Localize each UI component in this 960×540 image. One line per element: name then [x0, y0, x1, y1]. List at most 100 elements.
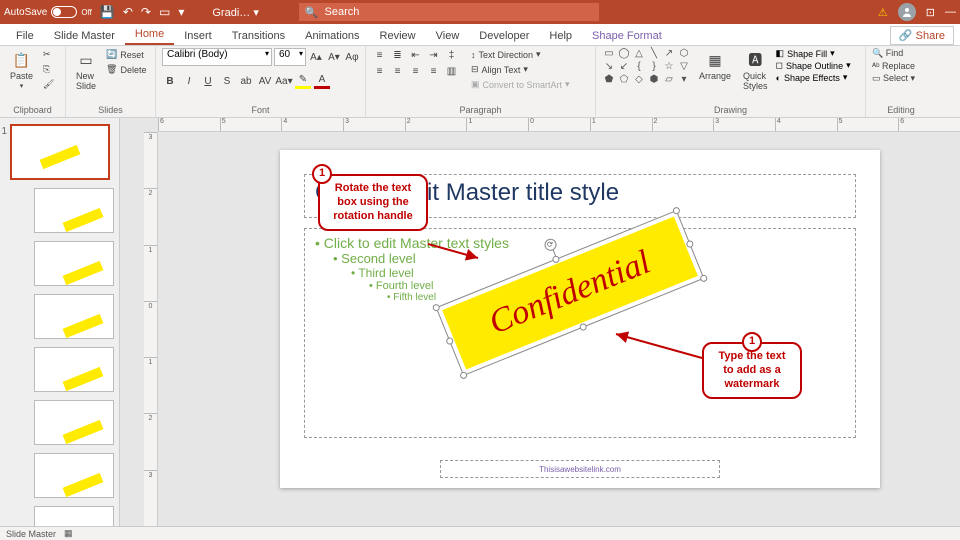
- title-bar: AutoSave Off 💾 ↶ ↷ ▭ ▾ Gradi… ▾ 🔍 Search…: [0, 0, 960, 24]
- line-spacing-button[interactable]: ‡: [444, 48, 459, 62]
- replace-button[interactable]: ᴬᵇ Replace: [872, 61, 915, 71]
- group-label: Paragraph: [372, 105, 589, 115]
- shadow-button[interactable]: ab: [238, 73, 254, 89]
- case-button[interactable]: Aa▾: [276, 73, 292, 89]
- toggle-icon[interactable]: [51, 6, 77, 18]
- tab-home[interactable]: Home: [125, 25, 174, 45]
- tab-animations[interactable]: Animations: [295, 27, 369, 45]
- spacing-button[interactable]: AV: [257, 73, 273, 89]
- footer-placeholder[interactable]: Thisisawebsitelink.com: [440, 460, 720, 478]
- bold-button[interactable]: B: [162, 73, 178, 89]
- group-clipboard: 📋Paste▾ ✂ ⎘ 🖌 Clipboard: [0, 46, 66, 117]
- save-icon[interactable]: 💾: [100, 5, 115, 19]
- group-font: Calibri (Body) 60 A▴ A▾ Aφ B I U S ab AV…: [156, 46, 366, 117]
- master-thumb[interactable]: 1: [10, 124, 110, 180]
- text-direction-button[interactable]: ↕ Text Direction ▾: [469, 48, 572, 61]
- slideshow-icon[interactable]: ▭: [159, 5, 170, 19]
- layout-thumb[interactable]: [34, 241, 114, 286]
- tab-help[interactable]: Help: [539, 27, 582, 45]
- align-center-button[interactable]: ≡: [390, 64, 405, 78]
- font-name-select[interactable]: Calibri (Body): [162, 48, 272, 66]
- highlight-button[interactable]: ✎: [295, 73, 311, 89]
- font-size-select[interactable]: 60: [274, 48, 306, 66]
- decrease-font-button[interactable]: A▾: [326, 49, 342, 65]
- group-label: Slides: [72, 105, 149, 115]
- search-placeholder: Search: [325, 6, 360, 18]
- layout-thumb[interactable]: [34, 347, 114, 392]
- shapes-gallery[interactable]: ▭◯△╲↗⬡ ↘↙{}☆▽ ⬟⬠◇⬢▱▾: [602, 48, 691, 86]
- group-label: Font: [162, 105, 359, 115]
- italic-button[interactable]: I: [181, 73, 197, 89]
- slide-thumbnails[interactable]: 1: [0, 118, 120, 526]
- tab-transitions[interactable]: Transitions: [222, 27, 295, 45]
- tab-shape-format[interactable]: Shape Format: [582, 27, 672, 45]
- layout-thumb[interactable]: [34, 453, 114, 498]
- quick-styles-button[interactable]: 🅰Quick Styles: [739, 48, 772, 93]
- justify-button[interactable]: ≡: [426, 64, 441, 78]
- reset-icon: 🔄: [106, 49, 117, 60]
- reset-button[interactable]: 🔄Reset: [104, 48, 148, 61]
- autosave-toggle[interactable]: AutoSave Off: [4, 6, 92, 18]
- increase-font-button[interactable]: A▴: [308, 49, 324, 65]
- shape-outline-button[interactable]: ◻Shape Outline ▾: [776, 60, 851, 71]
- select-button[interactable]: ▭ Select ▾: [872, 73, 915, 84]
- callout-text: Rotate the text box using the rotation h…: [333, 182, 412, 222]
- thumb-watermark: [63, 208, 104, 232]
- tab-review[interactable]: Review: [370, 27, 426, 45]
- group-drawing: ▭◯△╲↗⬡ ↘↙{}☆▽ ⬟⬠◇⬢▱▾ ▦Arrange 🅰Quick Sty…: [596, 46, 866, 117]
- delete-button[interactable]: 🗑Delete: [104, 63, 148, 76]
- tab-insert[interactable]: Insert: [174, 27, 222, 45]
- more-icon[interactable]: ▾: [178, 5, 184, 19]
- bullets-button[interactable]: ≡: [372, 48, 387, 62]
- group-label: Editing: [872, 105, 930, 115]
- workspace: 1 6543210123456 3210123 Click to edit Ma…: [0, 118, 960, 526]
- thumb-number: 1: [2, 126, 8, 137]
- shape-effects-button[interactable]: ◐Shape Effects ▾: [776, 72, 851, 83]
- indent-dec-button[interactable]: ⇤: [408, 48, 423, 62]
- warning-icon[interactable]: ⚠: [878, 6, 888, 19]
- document-name[interactable]: Gradi… ▾: [212, 6, 258, 19]
- tab-file[interactable]: File: [6, 27, 44, 45]
- new-slide-button[interactable]: ▭New Slide: [72, 48, 100, 93]
- search-box[interactable]: 🔍 Search: [299, 3, 599, 21]
- callout-badge: 1: [312, 164, 332, 184]
- thumb-watermark: [63, 420, 104, 444]
- font-color-button[interactable]: A: [314, 73, 330, 89]
- align-text-button[interactable]: ⊟ Align Text ▾: [469, 63, 572, 76]
- tab-developer[interactable]: Developer: [469, 27, 539, 45]
- columns-button[interactable]: ▥: [444, 64, 459, 78]
- align-right-button[interactable]: ≡: [408, 64, 423, 78]
- find-button[interactable]: 🔍 Find: [872, 48, 915, 59]
- underline-button[interactable]: U: [200, 73, 216, 89]
- layout-thumb[interactable]: [34, 188, 114, 233]
- quick-access-toolbar: 💾 ↶ ↷ ▭ ▾: [100, 5, 184, 19]
- undo-icon[interactable]: ↶: [123, 5, 133, 19]
- copy-button[interactable]: ⎘: [41, 63, 56, 76]
- ribbon: 📋Paste▾ ✂ ⎘ 🖌 Clipboard ▭New Slide 🔄Rese…: [0, 46, 960, 118]
- thumb-watermark: [63, 367, 104, 391]
- redo-icon[interactable]: ↷: [141, 5, 151, 19]
- arrange-button[interactable]: ▦Arrange: [695, 48, 735, 83]
- tab-view[interactable]: View: [426, 27, 470, 45]
- new-slide-icon: ▭: [76, 50, 96, 70]
- styles-icon: 🅰: [745, 50, 765, 70]
- align-left-button[interactable]: ≡: [372, 64, 387, 78]
- indent-inc-button[interactable]: ⇥: [426, 48, 441, 62]
- cut-icon: ✂: [43, 49, 51, 60]
- layout-thumb[interactable]: [34, 506, 114, 526]
- clear-format-button[interactable]: Aφ: [344, 49, 360, 65]
- shape-fill-button[interactable]: ◧Shape Fill ▾: [776, 48, 851, 59]
- minimize-icon[interactable]: —: [945, 6, 956, 18]
- layout-thumb[interactable]: [34, 400, 114, 445]
- layout-thumb[interactable]: [34, 294, 114, 339]
- strike-button[interactable]: S: [219, 73, 235, 89]
- cut-button[interactable]: ✂: [41, 48, 56, 61]
- share-button[interactable]: 🔗 Share: [890, 26, 954, 45]
- format-painter-button[interactable]: 🖌: [41, 78, 56, 91]
- tab-slide-master[interactable]: Slide Master: [44, 27, 125, 45]
- canvas-area[interactable]: 6543210123456 3210123 Click to edit Mast…: [120, 118, 960, 526]
- numbering-button[interactable]: ≣: [390, 48, 405, 62]
- user-avatar[interactable]: [898, 3, 916, 21]
- paste-button[interactable]: 📋Paste▾: [6, 48, 37, 92]
- ribbon-options-icon[interactable]: ⊡: [926, 6, 935, 19]
